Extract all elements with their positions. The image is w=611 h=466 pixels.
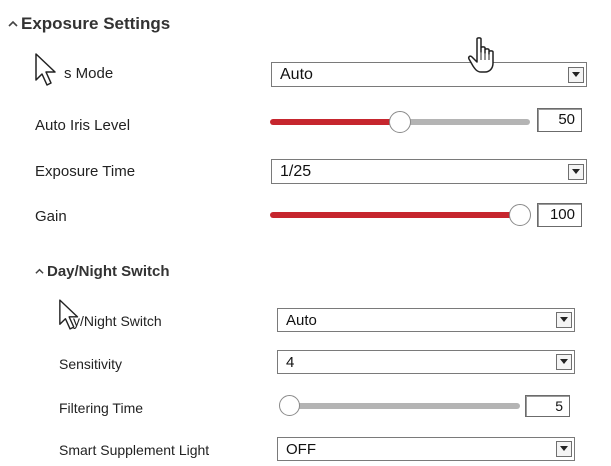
day-night-switch-header[interactable]: Day/Night Switch xyxy=(35,260,170,282)
smart-supplement-light-value: OFF xyxy=(286,440,316,458)
slider-track xyxy=(288,403,520,409)
sensitivity-select[interactable]: 4 xyxy=(277,350,575,374)
auto-iris-level-label: Auto Iris Level xyxy=(35,117,131,134)
iris-mode-value: Auto xyxy=(280,65,313,83)
exposure-time-label: Exposure Time xyxy=(35,163,136,180)
day-night-switch-title: Day/Night Switch xyxy=(47,262,170,280)
exposure-settings-header[interactable]: Exposure Settings xyxy=(8,12,170,36)
day-night-switch-label: y/Night Switch xyxy=(73,313,162,329)
dropdown-arrow-icon[interactable] xyxy=(568,66,584,83)
auto-iris-level-slider[interactable] xyxy=(270,110,530,134)
dropdown-arrow-icon[interactable] xyxy=(556,312,572,328)
auto-iris-level-input[interactable]: 50 xyxy=(537,108,582,132)
sensitivity-label: Sensitivity xyxy=(59,356,123,372)
dropdown-arrow-icon[interactable] xyxy=(556,354,572,370)
day-night-switch-select[interactable]: Auto xyxy=(277,308,575,332)
iris-mode-label: s Mode xyxy=(64,65,114,82)
filtering-time-slider[interactable] xyxy=(278,395,522,417)
slider-thumb[interactable] xyxy=(279,395,300,416)
sensitivity-value: 4 xyxy=(286,353,295,371)
filtering-time-label: Filtering Time xyxy=(59,400,144,416)
exposure-settings-title: Exposure Settings xyxy=(21,14,171,33)
slider-fill xyxy=(270,119,398,125)
day-night-switch-value: Auto xyxy=(286,311,317,329)
slider-thumb[interactable] xyxy=(389,111,411,133)
gain-label: Gain xyxy=(35,208,67,225)
arrow-cursor-icon xyxy=(35,53,56,86)
caret-up-icon[interactable] xyxy=(8,14,18,34)
filtering-time-input[interactable]: 5 xyxy=(525,395,570,417)
slider-thumb[interactable] xyxy=(509,204,531,226)
exposure-time-select[interactable]: 1/25 xyxy=(271,159,587,184)
slider-track xyxy=(390,119,530,125)
exposure-time-value: 1/25 xyxy=(280,162,312,180)
caret-up-icon[interactable] xyxy=(35,263,44,280)
iris-mode-select[interactable]: Auto xyxy=(271,62,587,87)
dropdown-arrow-icon[interactable] xyxy=(556,441,572,457)
gain-slider[interactable] xyxy=(270,203,532,227)
smart-supplement-light-label: Smart Supplement Light xyxy=(59,442,210,458)
dropdown-arrow-icon[interactable] xyxy=(568,163,584,180)
smart-supplement-light-select[interactable]: OFF xyxy=(277,437,575,461)
slider-fill xyxy=(270,212,520,218)
gain-input[interactable]: 100 xyxy=(537,203,582,227)
